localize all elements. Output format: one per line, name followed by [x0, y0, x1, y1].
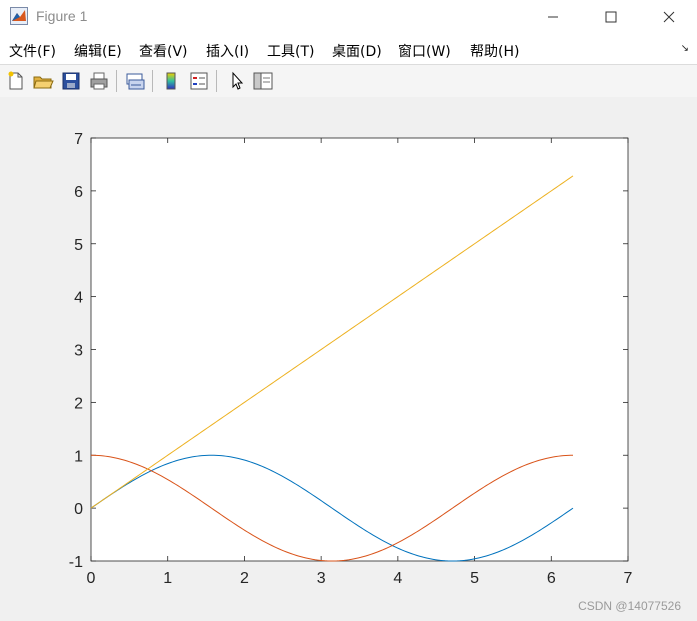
- x-tick-label: 4: [393, 570, 402, 587]
- menu-tools[interactable]: 工具(T): [267, 41, 314, 61]
- menu-file[interactable]: 文件(F): [9, 41, 56, 61]
- y-tick-label: 7: [74, 131, 83, 148]
- new-figure-icon: [8, 71, 23, 90]
- y-tick-label: 1: [74, 448, 83, 465]
- menu-insert[interactable]: 插入(I): [206, 41, 249, 61]
- show-plot-tools-button[interactable]: [252, 70, 274, 92]
- new-figure-button[interactable]: [5, 70, 27, 92]
- menu-view[interactable]: 查看(V): [139, 41, 188, 61]
- x-tick-label: 5: [470, 570, 479, 587]
- y-tick-label: 2: [74, 395, 83, 412]
- y-tick-label: 3: [74, 343, 83, 360]
- maximize-button[interactable]: [582, 0, 640, 34]
- x-tick-label: 7: [624, 570, 633, 587]
- x-tick-label: 2: [240, 570, 249, 587]
- y-tick-label: 6: [74, 184, 83, 201]
- menu-edit[interactable]: 编辑(E): [74, 41, 122, 61]
- edit-plot-button[interactable]: [226, 70, 248, 92]
- insert-legend-icon: [190, 72, 208, 90]
- axes-box[interactable]: [90, 137, 629, 562]
- menu-bar: 文件(F) 编辑(E) 查看(V) 插入(I) 工具(T) 桌面(D) 窗口(W…: [0, 34, 697, 64]
- y-tick-label: 0: [74, 501, 83, 518]
- toolbar-separator: [116, 70, 117, 92]
- show-plot-tools-icon: [253, 72, 273, 90]
- toolbar: [0, 64, 697, 98]
- toolbar-separator: [216, 70, 217, 92]
- close-icon: [663, 11, 675, 23]
- menu-help[interactable]: 帮助(H): [470, 41, 519, 61]
- insert-colorbar-button[interactable]: [160, 70, 182, 92]
- watermark: CSDN @14077526: [578, 599, 681, 613]
- x-tick-label: 0: [87, 570, 96, 587]
- menu-overflow-arrow-icon[interactable]: ↘: [681, 43, 689, 54]
- open-file-icon: [33, 76, 54, 89]
- line-chart[interactable]: 0 1 2 3 4 5 6 7-101234567: [0, 97, 697, 621]
- x-tick-label: 1: [163, 570, 172, 587]
- close-button[interactable]: [640, 0, 697, 34]
- insert-colorbar-icon: [166, 72, 176, 90]
- y-tick-label: 4: [74, 290, 83, 307]
- x-tick-label: 6: [547, 570, 556, 587]
- save-button[interactable]: [60, 70, 82, 92]
- print-button[interactable]: [88, 70, 110, 92]
- link-plot-button[interactable]: [124, 70, 146, 92]
- menu-desktop[interactable]: 桌面(D): [332, 41, 382, 61]
- window-title: Figure 1: [36, 8, 88, 24]
- maximize-icon: [605, 11, 617, 23]
- edit-plot-pointer-icon: [232, 71, 244, 90]
- print-icon: [90, 72, 108, 90]
- menu-window[interactable]: 窗口(W): [398, 41, 451, 61]
- insert-legend-button[interactable]: [188, 70, 210, 92]
- y-tick-label: 5: [74, 237, 83, 254]
- y-tick-label: -1: [69, 554, 83, 571]
- save-icon: [62, 72, 80, 90]
- figure-canvas: 0 1 2 3 4 5 6 7 -1 0 1 2 3 4 5 6 7 CSDN @14077526: [0, 97, 697, 621]
- title-bar[interactable]: Figure 1: [0, 0, 697, 34]
- matlab-logo-icon: [10, 7, 28, 25]
- link-plot-icon: [126, 73, 145, 90]
- open-file-button[interactable]: [32, 70, 54, 92]
- figure-window: Figure 1 文件(F) 编辑(E) 查看(V) 插入(I) 工具(T) 桌…: [0, 0, 697, 621]
- x-tick-label: 3: [317, 570, 326, 587]
- toolbar-separator: [152, 70, 153, 92]
- minimize-button[interactable]: [524, 0, 582, 34]
- minimize-icon: [548, 16, 558, 18]
